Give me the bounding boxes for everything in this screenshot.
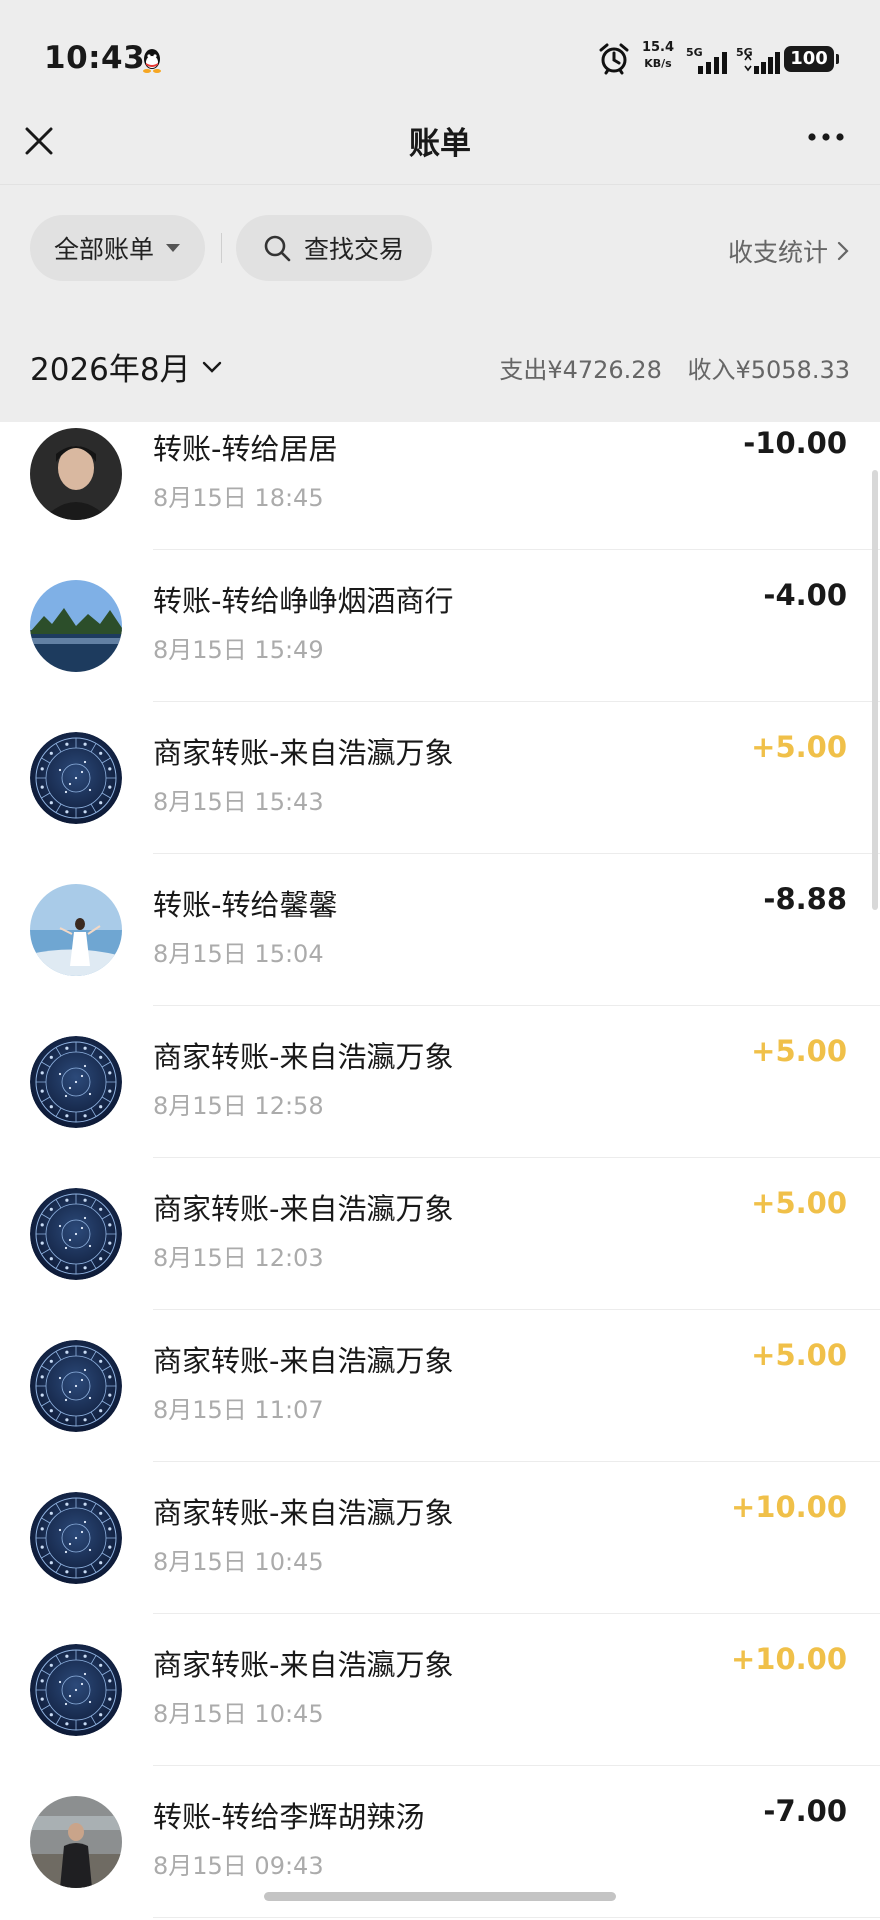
chevron-down-icon xyxy=(202,361,221,373)
transaction-title: 商家转账-来自浩瀛万象 xyxy=(153,1192,454,1226)
filter-bar: 全部账单 查找交易 收支统计 xyxy=(0,184,880,312)
transaction-row[interactable]: 转账-转给峥峥烟酒商行 8月15日 15:49 -4.00 xyxy=(0,550,880,702)
zodiac-avatar xyxy=(30,1644,122,1736)
transaction-row[interactable]: 商家转账-来自浩瀛万象 8月15日 10:45 +10.00 xyxy=(0,1614,880,1766)
status-time: 10:43 xyxy=(44,40,146,76)
alarm-icon xyxy=(599,43,629,75)
transaction-amount: -7.00 xyxy=(763,1794,847,1828)
month-label: 2026年8月 xyxy=(30,352,191,388)
transaction-row[interactable]: 转账-转给馨馨 8月15日 15:04 -8.88 xyxy=(0,854,880,1006)
search-label: 查找交易 xyxy=(304,235,405,264)
stats-label: 收支统计 xyxy=(727,238,828,267)
row-divider xyxy=(153,1917,880,1918)
transaction-time: 8月15日 12:58 xyxy=(153,1092,324,1120)
net-speed-value: 15.4 xyxy=(641,40,675,55)
zodiac-avatar xyxy=(30,1188,122,1280)
zodiac-avatar xyxy=(30,1492,122,1584)
transaction-time: 8月15日 10:45 xyxy=(153,1548,324,1576)
transaction-time: 8月15日 11:07 xyxy=(153,1396,324,1424)
transaction-time: 8月15日 15:49 xyxy=(153,636,324,664)
month-selector[interactable]: 2026年8月 xyxy=(30,344,223,389)
person-outdoor-avatar xyxy=(30,1796,122,1888)
landscape-avatar xyxy=(30,580,122,672)
search-transactions-button[interactable]: 查找交易 xyxy=(236,215,432,281)
transaction-amount: +10.00 xyxy=(730,1490,847,1524)
transaction-amount: -8.88 xyxy=(763,882,847,916)
transaction-row[interactable]: 商家转账-来自浩瀛万象 8月15日 11:07 +5.00 xyxy=(0,1310,880,1462)
transaction-amount: +5.00 xyxy=(751,1338,847,1372)
page-title: 账单 xyxy=(409,126,471,162)
transaction-title: 转账-转给居居 xyxy=(153,432,338,466)
chevron-right-icon xyxy=(837,241,849,261)
transaction-time: 8月15日 15:04 xyxy=(153,940,324,968)
transaction-title: 商家转账-来自浩瀛万象 xyxy=(153,1040,454,1074)
all-bills-filter[interactable]: 全部账单 xyxy=(30,215,205,281)
transaction-amount: -4.00 xyxy=(763,578,847,612)
portrait-avatar xyxy=(30,428,122,520)
transaction-time: 8月15日 12:03 xyxy=(153,1244,324,1272)
transaction-amount: +5.00 xyxy=(751,730,847,764)
transaction-row[interactable]: 商家转账-来自浩瀛万象 8月15日 10:45 +10.00 xyxy=(0,1462,880,1614)
transaction-time: 8月15日 09:43 xyxy=(153,1852,324,1880)
zodiac-avatar xyxy=(30,732,122,824)
net-speed: 15.4 KB/s xyxy=(640,40,676,72)
divider xyxy=(221,233,222,263)
status-bar: 10:43 15.4 KB/s 5G 5G 100 xyxy=(0,0,880,112)
transaction-amount: +5.00 xyxy=(751,1034,847,1068)
zodiac-avatar xyxy=(30,1340,122,1432)
transaction-title: 商家转账-来自浩瀛万象 xyxy=(153,736,454,770)
scrollbar[interactable] xyxy=(872,470,878,910)
transaction-amount: +5.00 xyxy=(751,1186,847,1220)
transaction-title: 商家转账-来自浩瀛万象 xyxy=(153,1496,454,1530)
transaction-title: 转账-转给馨馨 xyxy=(153,888,338,922)
all-bills-label: 全部账单 xyxy=(54,235,155,264)
more-icon[interactable] xyxy=(808,132,844,142)
transaction-row[interactable]: 转账-转给居居 8月15日 18:45 -10.00 xyxy=(0,422,880,550)
qq-icon xyxy=(143,49,161,73)
transaction-row[interactable]: 商家转账-来自浩瀛万象 8月15日 15:43 +5.00 xyxy=(0,702,880,854)
transaction-time: 8月15日 18:45 xyxy=(153,484,324,512)
signal-icon-sim2: 5G xyxy=(736,46,782,76)
net-speed-unit: KB/s xyxy=(644,57,672,70)
caret-down-icon xyxy=(166,244,181,252)
battery-icon: 100 xyxy=(784,46,839,72)
nav-bar: 账单 xyxy=(0,112,880,184)
transaction-row[interactable]: 商家转账-来自浩瀛万象 8月15日 12:58 +5.00 xyxy=(0,1006,880,1158)
transaction-list: 转账-转给居居 8月15日 18:45 -10.00 转账-转给峥峥烟酒商行 8月15日… xyxy=(0,422,880,1920)
search-icon xyxy=(264,235,291,262)
zodiac-avatar xyxy=(30,1036,122,1128)
transaction-title: 商家转账-来自浩瀛万象 xyxy=(153,1344,454,1378)
transaction-time: 8月15日 15:43 xyxy=(153,788,324,816)
transaction-title: 转账-转给李辉胡辣汤 xyxy=(153,1800,425,1834)
transaction-time: 8月15日 10:45 xyxy=(153,1700,324,1728)
transaction-amount: -10.00 xyxy=(743,426,847,460)
beach-avatar xyxy=(30,884,122,976)
month-expense: 支出¥4726.28 xyxy=(499,356,662,384)
transaction-amount: +10.00 xyxy=(730,1642,847,1676)
transaction-title: 商家转账-来自浩瀛万象 xyxy=(153,1648,454,1682)
month-header: 2026年8月 支出¥4726.28 收入¥5058.33 xyxy=(0,312,880,422)
home-indicator[interactable] xyxy=(264,1892,616,1901)
signal-icon-sim1: 5G xyxy=(686,46,732,76)
month-income: 收入¥5058.33 xyxy=(687,356,850,384)
signal-bars-icon xyxy=(744,52,780,74)
income-expense-stats-link[interactable]: 收支统计 xyxy=(728,233,850,269)
month-summary: 支出¥4726.28 收入¥5058.33 xyxy=(499,350,850,385)
transaction-row[interactable]: 商家转账-来自浩瀛万象 8月15日 12:03 +5.00 xyxy=(0,1158,880,1310)
transaction-title: 转账-转给峥峥烟酒商行 xyxy=(153,584,454,618)
signal-bars-icon xyxy=(698,52,727,74)
